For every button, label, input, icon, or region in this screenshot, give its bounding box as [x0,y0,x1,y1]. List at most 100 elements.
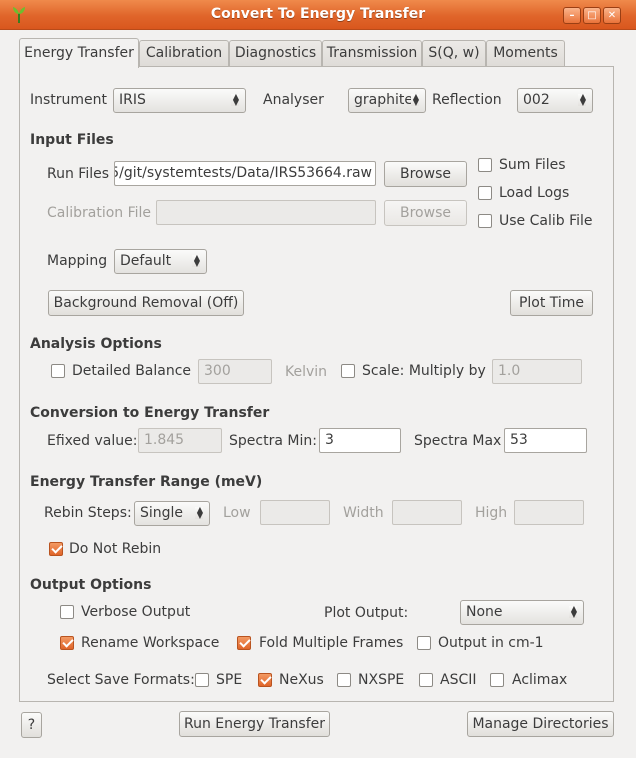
format-aclimax-label: Aclimax [512,672,568,688]
background-removal-button[interactable]: Background Removal (Off) [48,290,244,316]
scale-checkbox[interactable] [341,364,355,378]
do-not-rebin-label: Do Not Rebin [69,541,162,557]
spectra-min-input[interactable]: 3 [319,428,401,453]
close-icon: ✕ [607,10,617,21]
plot-output-combo[interactable]: None ▲ ▼ [460,600,584,625]
mapping-combo[interactable]: Default ▲ ▼ [114,249,207,274]
calibration-file-input[interactable] [156,200,376,225]
minimize-button[interactable]: – [563,7,581,24]
use-calib-file-checkbox[interactable] [478,214,492,228]
rebin-steps-value: Single [140,505,184,521]
spectra-max-input[interactable]: 53 [504,428,587,453]
tab-diagnostics[interactable]: Diagnostics [229,40,322,67]
combo-arrows-icon: ▲ ▼ [568,604,577,619]
combo-arrows-icon: ▲ ▼ [230,92,239,107]
format-nexus-checkbox[interactable] [258,673,272,687]
sum-files-label: Sum Files [499,157,566,173]
combo-arrows-icon: ▲ ▼ [194,505,203,520]
format-spe-checkbox[interactable] [195,673,209,687]
format-nxspe-label: NXSPE [358,672,405,688]
run-files-value: 85/git/systemtests/Data/IRS53664.raw [114,165,372,181]
tab-transmission[interactable]: Transmission [322,40,422,67]
title-bar[interactable]: Convert To Energy Transfer – □ ✕ [0,0,636,30]
plot-output-label: Plot Output: [324,605,409,621]
scale-input[interactable]: 1.0 [492,359,582,384]
mapping-value: Default [120,253,172,269]
instrument-value: IRIS [119,92,146,108]
help-button[interactable]: ? [21,712,42,738]
calibration-browse-button[interactable]: Browse [384,200,467,226]
tab-energy-transfer[interactable]: Energy Transfer [19,38,139,68]
combo-arrows-icon: ▲ ▼ [191,253,200,268]
energy-transfer-panel: Instrument IRIS ▲ ▼ Analyser graphite ▲ ▼ … [19,66,614,702]
analyser-value: graphite [354,92,413,108]
rename-workspace-label: Rename Workspace [81,635,220,651]
analyser-combo[interactable]: graphite ▲ ▼ [348,88,426,113]
detailed-balance-input[interactable]: 300 [198,359,272,384]
mapping-label: Mapping [47,253,108,269]
high-input[interactable] [514,500,584,525]
format-ascii-checkbox[interactable] [419,673,433,687]
analyser-label: Analyser [263,92,324,108]
use-calib-file-label: Use Calib File [499,213,593,229]
spectra-max-label: Spectra Max [414,433,502,449]
close-button[interactable]: ✕ [603,7,621,24]
run-energy-transfer-button[interactable]: Run Energy Transfer [179,711,330,737]
rename-workspace-checkbox[interactable] [60,636,74,650]
fold-multiple-frames-label: Fold Multiple Frames [259,635,404,651]
calibration-file-label: Calibration File [47,205,152,221]
load-logs-label: Load Logs [499,185,570,201]
verbose-output-checkbox[interactable] [60,605,74,619]
efixed-label: Efixed value: [47,433,138,449]
fold-multiple-frames-checkbox[interactable] [237,636,251,650]
output-options-header: Output Options [30,577,152,593]
run-files-label: Run Files [47,166,110,182]
plot-time-button[interactable]: Plot Time [510,290,593,316]
run-files-input[interactable]: 85/git/systemtests/Data/IRS53664.raw [114,161,376,186]
kelvin-label: Kelvin [285,364,328,380]
rebin-steps-combo[interactable]: Single ▲ ▼ [134,501,210,526]
width-input[interactable] [392,500,462,525]
efixed-input[interactable]: 1.845 [138,428,222,453]
reflection-value: 002 [523,92,550,108]
tab-calibration[interactable]: Calibration [139,40,229,67]
rebin-steps-label: Rebin Steps: [44,505,132,521]
output-cm1-label: Output in cm-1 [438,635,544,651]
format-nxspe-checkbox[interactable] [337,673,351,687]
format-ascii-label: ASCII [440,672,477,688]
width-label: Width [343,505,384,521]
convert-to-energy-transfer-window: Convert To Energy Transfer – □ ✕ Energy … [0,0,636,758]
format-spe-label: SPE [216,672,243,688]
combo-arrows-icon: ▲ ▼ [410,92,419,107]
do-not-rebin-checkbox[interactable] [49,542,63,556]
scale-label: Scale: Multiply by [362,363,486,379]
detailed-balance-label: Detailed Balance [72,363,192,379]
instrument-combo[interactable]: IRIS ▲ ▼ [113,88,246,113]
high-label: High [475,505,508,521]
window-title: Convert To Energy Transfer [210,6,426,22]
tab-sqw[interactable]: S(Q, w) [422,40,486,67]
minimize-icon: – [569,10,575,21]
save-formats-label: Select Save Formats: [47,672,195,688]
combo-arrows-icon: ▲ ▼ [577,92,586,107]
manage-directories-button[interactable]: Manage Directories [467,711,614,737]
conversion-header: Conversion to Energy Transfer [30,405,270,421]
load-logs-checkbox[interactable] [478,186,492,200]
energy-range-header: Energy Transfer Range (meV) [30,474,263,490]
reflection-label: Reflection [432,92,502,108]
output-cm1-checkbox[interactable] [417,636,431,650]
low-input[interactable] [260,500,330,525]
reflection-combo[interactable]: 002 ▲ ▼ [517,88,593,113]
sum-files-checkbox[interactable] [478,158,492,172]
instrument-label: Instrument [30,92,108,108]
detailed-balance-checkbox[interactable] [51,364,65,378]
tab-moments[interactable]: Moments [486,40,565,67]
analysis-options-header: Analysis Options [30,336,162,352]
format-nexus-label: NeXus [279,672,324,688]
maximize-button[interactable]: □ [583,7,601,24]
run-files-browse-button[interactable]: Browse [384,161,467,187]
low-label: Low [223,505,251,521]
format-aclimax-checkbox[interactable] [490,673,504,687]
spectra-min-label: Spectra Min: [229,433,317,449]
plot-output-value: None [466,604,503,620]
